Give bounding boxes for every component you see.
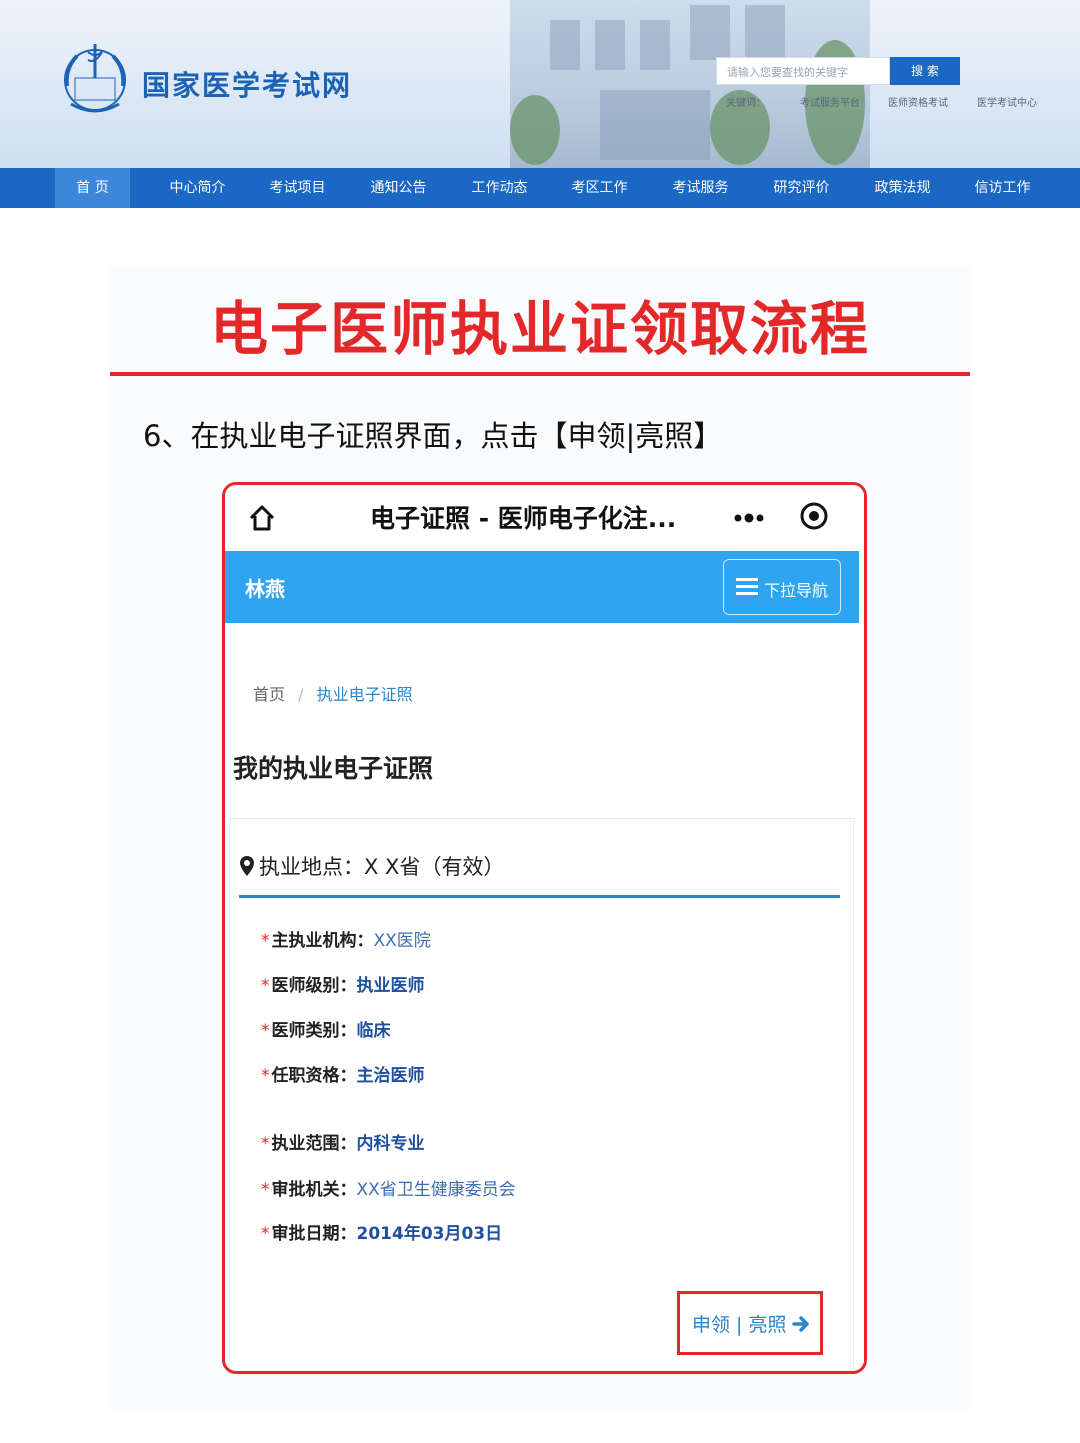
keyword-link[interactable]: 考试服务平台 — [800, 94, 860, 109]
main-nav: 首 页 中心简介 考试项目 通知公告 工作动态 考区工作 考试服务 研究评价 政… — [0, 168, 1080, 208]
required-star: * — [261, 976, 270, 996]
keyword-link[interactable]: 医师资格考试 — [888, 94, 948, 109]
apply-show-license-button[interactable]: 申领 | 亮照 — [677, 1291, 823, 1355]
header-banner: 国家医学考试网 请输入您要查找的关键字 搜 索 关键词： 考试服务平台 医师资格… — [0, 0, 1080, 168]
search-button[interactable]: 搜 索 — [890, 57, 960, 85]
nav-item-services[interactable]: 考试服务 — [663, 168, 738, 208]
field-level: * 医师级别：执业医师 — [261, 971, 425, 996]
nav-item-news[interactable]: 工作动态 — [462, 168, 537, 208]
keyword-link[interactable]: 医学考试中心 — [977, 94, 1037, 109]
section-title: 我的执业电子证照 — [233, 754, 434, 783]
field-value: 主治医师 — [356, 1066, 425, 1086]
close-target-icon[interactable] — [799, 501, 829, 531]
nav-item-exams[interactable]: 考试项目 — [260, 168, 335, 208]
required-star: * — [261, 1134, 270, 1154]
breadcrumb-separator: / — [298, 685, 304, 704]
phone-screenshot: 电子证照 - 医师电子化注... 林燕 下拉导航 首页 / 执业电子证照 我的执… — [222, 482, 867, 1374]
nav-item-notices[interactable]: 通知公告 — [361, 168, 436, 208]
required-star: * — [261, 1180, 270, 1200]
required-star: * — [261, 1224, 270, 1244]
breadcrumb-current[interactable]: 执业电子证照 — [317, 685, 413, 704]
field-label: 审批日期： — [271, 1224, 357, 1244]
title-divider — [110, 372, 970, 376]
nav-item-policy[interactable]: 政策法规 — [865, 168, 940, 208]
required-star: * — [261, 1066, 270, 1086]
site-name[interactable]: 国家医学考试网 — [142, 64, 352, 104]
required-star: * — [261, 1021, 270, 1041]
mini-program-topbar: 电子证照 - 医师电子化注... — [225, 485, 864, 551]
field-label: 审批机关： — [271, 1180, 357, 1200]
breadcrumb: 首页 / 执业电子证照 — [253, 681, 413, 705]
field-label: 主执业机构： — [271, 931, 374, 951]
mini-program-title: 电子证照 - 医师电子化注... — [370, 504, 677, 533]
required-star: * — [261, 931, 270, 951]
field-label: 医师级别： — [271, 976, 357, 996]
field-label: 执业范围： — [271, 1134, 357, 1154]
nmec-logo-icon — [64, 44, 126, 113]
field-value: 临床 — [356, 1021, 391, 1041]
field-label: 任职资格： — [271, 1066, 357, 1086]
field-authority: * 审批机关：XX省卫生健康委员会 — [261, 1175, 516, 1200]
field-value: XX医院 — [373, 931, 431, 951]
field-value: 内科专业 — [356, 1134, 425, 1154]
field-value: 2014年03月03日 — [356, 1224, 503, 1244]
breadcrumb-home[interactable]: 首页 — [253, 685, 285, 704]
nav-item-home[interactable]: 首 页 — [55, 168, 130, 208]
nav-item-research[interactable]: 研究评价 — [764, 168, 839, 208]
step-instruction: 6、在执业电子证照界面，点击【申领|亮照】 — [143, 419, 723, 453]
nav-item-petition[interactable]: 信访工作 — [965, 168, 1040, 208]
dropdown-nav-label: 下拉导航 — [764, 581, 829, 600]
apply-button-label: 申领 | 亮照 — [692, 1314, 787, 1336]
page-title: 电子医师执业证领取流程 — [209, 295, 870, 363]
user-name: 林燕 — [245, 577, 285, 601]
field-scope: * 执业范围：内科专业 — [261, 1129, 425, 1154]
arrow-right-icon — [792, 1316, 809, 1332]
home-icon[interactable] — [247, 503, 277, 533]
field-institution: * 主执业机构：XX医院 — [261, 926, 431, 951]
user-bar: 林燕 下拉导航 — [225, 551, 859, 623]
dropdown-nav-button[interactable]: 下拉导航 — [723, 559, 841, 615]
nav-item-regions[interactable]: 考区工作 — [562, 168, 637, 208]
location-label: 执业地点： — [259, 855, 364, 879]
menu-icon — [736, 578, 758, 595]
field-category: * 医师类别：临床 — [261, 1016, 391, 1041]
map-pin-icon — [240, 856, 254, 876]
more-icon[interactable] — [733, 511, 765, 525]
location-value: X X省（有效） — [364, 855, 505, 879]
field-approval-date: * 审批日期：2014年03月03日 — [261, 1219, 502, 1244]
field-qualification: * 任职资格：主治医师 — [261, 1061, 425, 1086]
field-label: 医师类别： — [271, 1021, 357, 1041]
location-underline — [239, 895, 840, 898]
location-row: 执业地点：X X省（有效） — [239, 851, 504, 881]
field-value: 执业医师 — [356, 976, 425, 996]
search-input[interactable]: 请输入您要查找的关键字 — [716, 57, 890, 85]
keywords-label: 关键词： — [726, 98, 766, 109]
nav-item-about[interactable]: 中心简介 — [160, 168, 235, 208]
field-value: XX省卫生健康委员会 — [356, 1180, 516, 1200]
